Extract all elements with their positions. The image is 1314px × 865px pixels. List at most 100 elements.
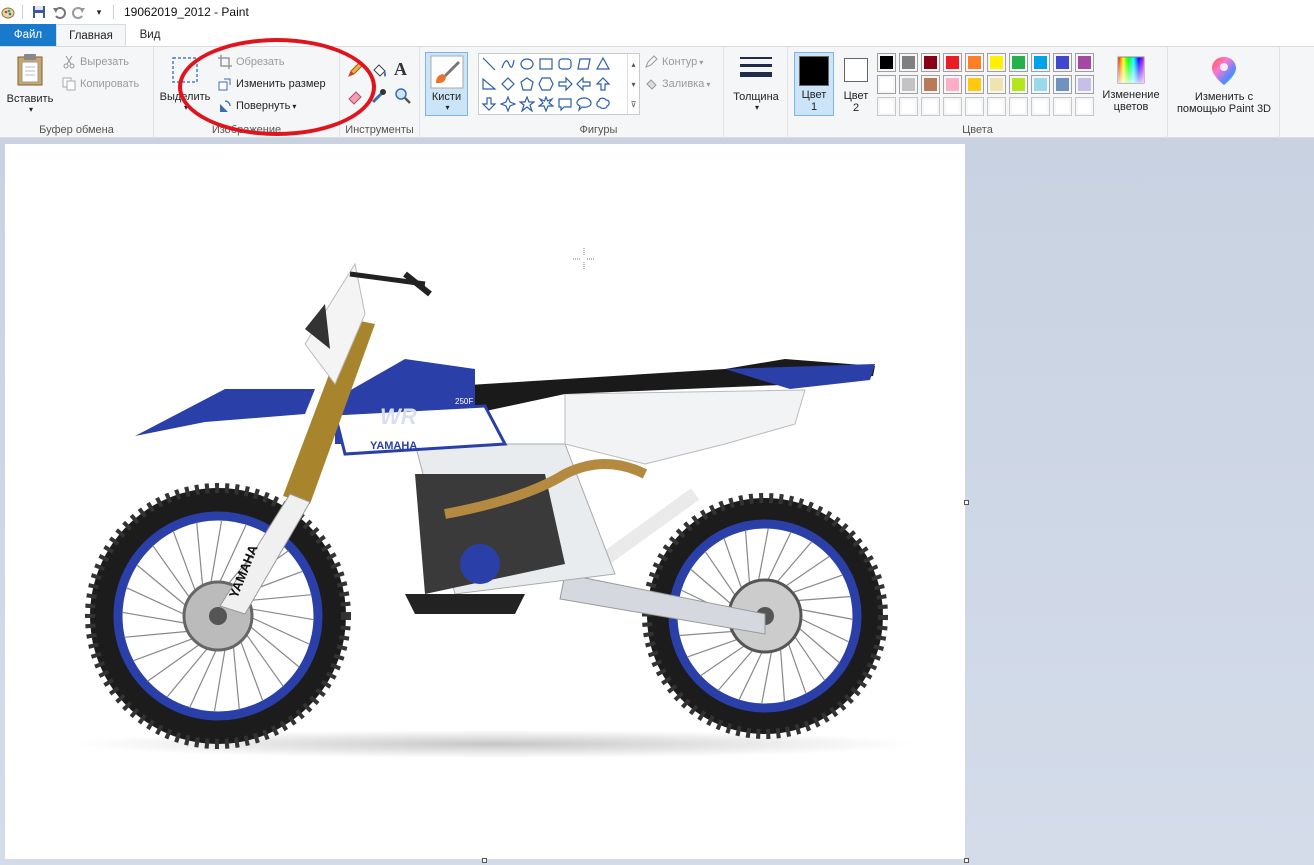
color-swatch[interactable] (899, 75, 918, 94)
shape-option-icon[interactable] (574, 74, 593, 94)
shape-option-icon[interactable] (536, 74, 555, 94)
size-group: Толщина ▾ (724, 47, 788, 138)
shape-option-icon[interactable] (498, 74, 517, 94)
color-swatch[interactable] (987, 75, 1006, 94)
text-tool[interactable]: A (394, 59, 407, 80)
color-swatch[interactable] (899, 97, 918, 116)
color-swatch[interactable] (1031, 97, 1050, 116)
shape-option-icon[interactable] (574, 54, 593, 74)
color-swatch[interactable] (1009, 75, 1028, 94)
color-swatch[interactable] (921, 53, 940, 72)
color-swatch[interactable] (1075, 75, 1094, 94)
color-swatch[interactable] (965, 75, 984, 94)
tab-file[interactable]: Файл (0, 24, 56, 46)
shape-option-icon[interactable] (555, 74, 574, 94)
scroll-down-icon[interactable]: ▾ (631, 80, 635, 89)
magnifier-tool[interactable] (394, 87, 412, 108)
paint3d-icon (1212, 57, 1236, 85)
shape-option-icon[interactable] (517, 74, 536, 94)
undo-icon[interactable] (51, 4, 67, 20)
brushes-button[interactable]: Кисти ▾ (425, 52, 468, 116)
cut-button[interactable]: Вырезать (62, 55, 129, 69)
paste-button[interactable]: Вставить ▾ (4, 53, 56, 114)
color-swatch[interactable] (965, 97, 984, 116)
shape-option-icon[interactable] (479, 74, 498, 94)
title-bar: ▾ 19062019_2012 - Paint (0, 0, 1314, 24)
window-title: 19062019_2012 - Paint (124, 5, 249, 19)
color-swatch[interactable] (1075, 53, 1094, 72)
color-swatch[interactable] (1053, 75, 1072, 94)
shape-option-icon[interactable] (555, 54, 574, 74)
canvas-resize-handle-bottom[interactable] (482, 858, 487, 863)
color-swatch[interactable] (877, 75, 896, 94)
color-swatch[interactable] (965, 53, 984, 72)
shape-option-icon[interactable] (479, 94, 498, 114)
redo-icon[interactable] (71, 4, 87, 20)
shape-option-icon[interactable] (593, 54, 612, 74)
save-icon[interactable] (31, 4, 47, 20)
brushes-dropdown-icon[interactable]: ▾ (445, 103, 449, 112)
shape-option-icon[interactable] (536, 94, 555, 114)
color-swatch[interactable] (1031, 53, 1050, 72)
paste-dropdown-icon[interactable]: ▾ (29, 105, 33, 114)
color-swatch[interactable] (921, 75, 940, 94)
magnifier-icon (395, 88, 411, 104)
color-swatch[interactable] (987, 53, 1006, 72)
gallery-expand-icon[interactable]: ⊽ (631, 100, 637, 109)
shape-option-icon[interactable] (555, 94, 574, 114)
shapes-group: ▴ ▾ ⊽ Контур ▾ Заливка ▾ Фигуры (474, 47, 724, 138)
shape-option-icon[interactable] (498, 94, 517, 114)
color-swatch[interactable] (899, 53, 918, 72)
shapes-scroll[interactable]: ▴ ▾ ⊽ (627, 54, 639, 114)
tab-home[interactable]: Главная (56, 24, 126, 47)
shape-option-icon[interactable] (517, 94, 536, 114)
color-swatch[interactable] (943, 53, 962, 72)
customize-quick-access-icon[interactable]: ▾ (91, 4, 107, 20)
outline-button[interactable]: Контур ▾ (644, 55, 703, 69)
shape-option-icon[interactable] (593, 74, 612, 94)
color-swatch[interactable] (987, 97, 1006, 116)
color-swatch[interactable] (877, 53, 896, 72)
shape-option-icon[interactable] (517, 54, 536, 74)
canvas-resize-handle-right[interactable] (964, 500, 969, 505)
size-button[interactable]: Толщина ▾ (728, 55, 784, 112)
paint-app-icon[interactable] (0, 4, 16, 20)
tab-view[interactable]: Вид (128, 24, 172, 46)
cut-label: Вырезать (80, 56, 129, 68)
color-swatch[interactable] (877, 97, 896, 116)
color2-label-line2: 2 (852, 102, 860, 114)
color2-button[interactable]: Цвет 2 (838, 53, 874, 114)
color-swatch[interactable] (1053, 53, 1072, 72)
fill-button[interactable]: Заливка ▾ (644, 77, 710, 91)
canvas-workspace[interactable]: YAMAHA WR 250F YAMAHA (0, 138, 1314, 865)
outline-dropdown-icon[interactable]: ▾ (699, 58, 703, 67)
shape-option-icon[interactable] (498, 54, 517, 74)
clipboard-group: Вставить ▾ Вырезать Копировать Буфер обм… (0, 47, 154, 138)
canvas-resize-handle-corner[interactable] (964, 858, 969, 863)
paint3d-line2: помощью Paint 3D (1176, 103, 1272, 115)
edit-colors-button[interactable]: Изменение цветов (1096, 55, 1166, 113)
front-wheel (85, 483, 351, 749)
shape-option-icon[interactable] (536, 54, 555, 74)
color-swatch[interactable] (1009, 53, 1028, 72)
shape-option-icon[interactable] (574, 94, 593, 114)
color-swatch[interactable] (1009, 97, 1028, 116)
color-swatch[interactable] (1053, 97, 1072, 116)
color-swatch[interactable] (943, 97, 962, 116)
color2-label-line1: Цвет (843, 90, 869, 102)
color-swatch[interactable] (1075, 97, 1094, 116)
color-swatch[interactable] (1031, 75, 1050, 94)
color1-button[interactable]: Цвет 1 (794, 52, 834, 116)
drawing-canvas[interactable]: YAMAHA WR 250F YAMAHA (5, 144, 965, 859)
scissors-icon (63, 55, 75, 69)
shape-option-icon[interactable] (593, 94, 612, 114)
copy-button[interactable]: Копировать (62, 77, 139, 91)
color-swatch[interactable] (921, 97, 940, 116)
color1-swatch (799, 56, 829, 86)
size-dropdown-icon[interactable]: ▾ (755, 103, 759, 112)
shape-option-icon[interactable] (479, 54, 498, 74)
paint3d-button[interactable]: Изменить с помощью Paint 3D (1170, 55, 1278, 115)
color-swatch[interactable] (943, 75, 962, 94)
fill-dropdown-icon[interactable]: ▾ (706, 80, 710, 89)
scroll-up-icon[interactable]: ▴ (631, 60, 635, 69)
